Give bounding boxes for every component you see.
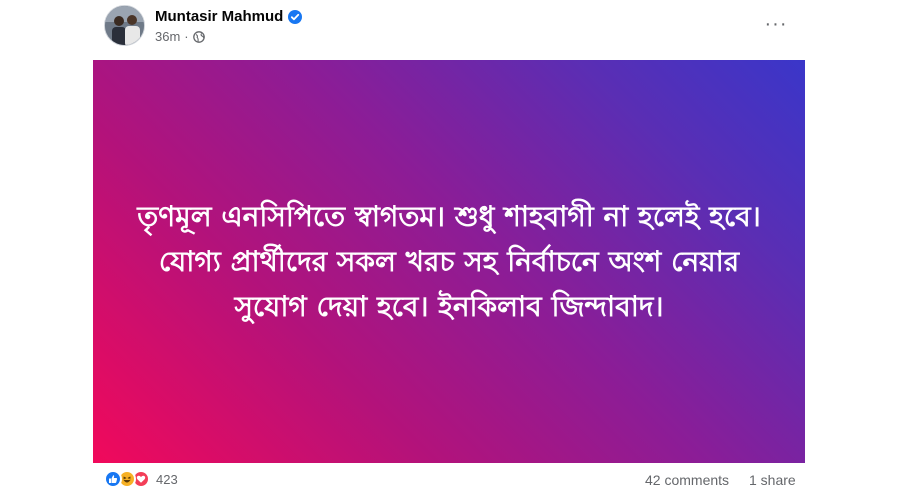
post-timestamp[interactable]: 36m	[155, 29, 180, 44]
globe-icon[interactable]	[192, 30, 205, 43]
comments-count-link[interactable]: 42 comments	[645, 472, 729, 488]
avatar[interactable]	[104, 5, 145, 46]
post-text-background: তৃণমূল এনসিপিতে স্বাগতম। শুধু শাহবাগী না…	[93, 60, 805, 463]
more-horizontal-icon: ···	[764, 13, 788, 35]
post-footer: 423 42 comments 1 share	[0, 465, 900, 500]
reaction-count: 423	[156, 471, 178, 487]
verified-badge-icon	[288, 9, 303, 24]
author-row: Muntasir Mahmud	[155, 8, 303, 25]
reactions-summary[interactable]: 423	[104, 470, 178, 488]
post-header: Muntasir Mahmud 36m · ···	[0, 0, 900, 56]
author-name[interactable]: Muntasir Mahmud	[155, 8, 283, 25]
meta-separator: ·	[184, 29, 189, 44]
post-meta: 36m ·	[155, 29, 205, 44]
like-icon	[104, 470, 122, 488]
post-text: তৃণমূল এনসিপিতে স্বাগতম। শুধু শাহবাগী না…	[137, 200, 761, 323]
shares-count-link[interactable]: 1 share	[749, 472, 796, 488]
more-options-button[interactable]: ···	[758, 10, 794, 38]
